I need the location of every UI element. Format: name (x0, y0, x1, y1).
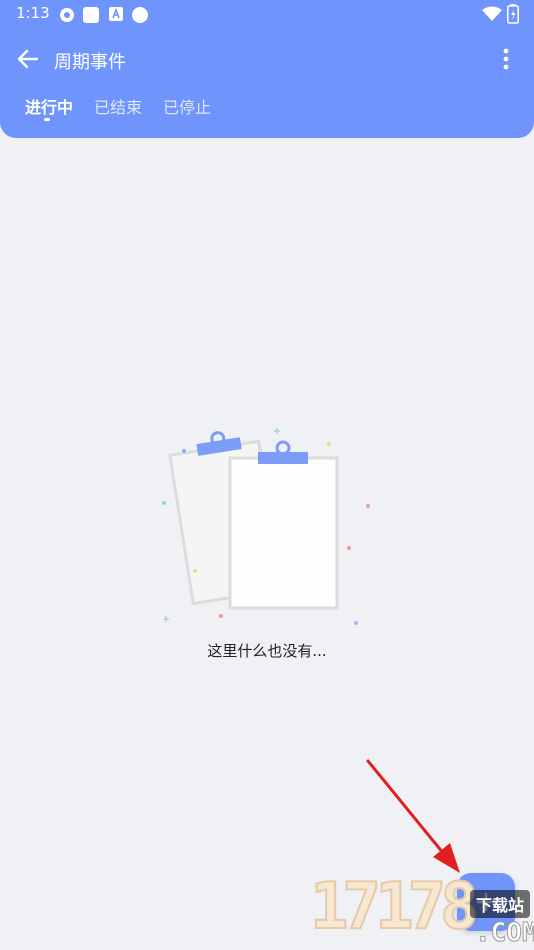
watermark: 17178 下载站 .COM (309, 860, 534, 950)
empty-state-message: 这里什么也没有... (207, 642, 327, 660)
watermark-badge: 下载站 (470, 890, 531, 918)
tab-indicator (44, 118, 50, 121)
watermark-suffix: .COM (475, 918, 534, 949)
watermark-digits: 17178 (309, 869, 480, 945)
page-title: 周期事件 (54, 52, 126, 73)
tab-in-progress[interactable]: 进行中 (25, 94, 73, 118)
font-notification-icon (108, 6, 124, 26)
tab-bar: 进行中 已结束 已停止 (0, 94, 534, 128)
wifi-icon (482, 6, 502, 26)
arrow-left-icon (17, 49, 39, 69)
battery-icon (507, 4, 519, 28)
app-header: 1:13 周期事件 进行中 已结束 已停止 (0, 0, 534, 138)
circle-notification-icon (131, 6, 149, 28)
tab-stopped[interactable]: 已停止 (163, 94, 211, 118)
tab-ended[interactable]: 已结束 (94, 94, 142, 118)
status-time: 1:13 (16, 4, 50, 22)
back-button[interactable] (14, 45, 42, 73)
status-bar: 1:13 (0, 0, 534, 28)
empty-clipboard-illustration (162, 428, 370, 625)
sync-icon (58, 6, 76, 28)
more-vert-icon (503, 48, 509, 70)
app-notification-icon (82, 6, 100, 28)
more-options-button[interactable] (494, 45, 518, 73)
toolbar: 周期事件 (0, 40, 534, 80)
